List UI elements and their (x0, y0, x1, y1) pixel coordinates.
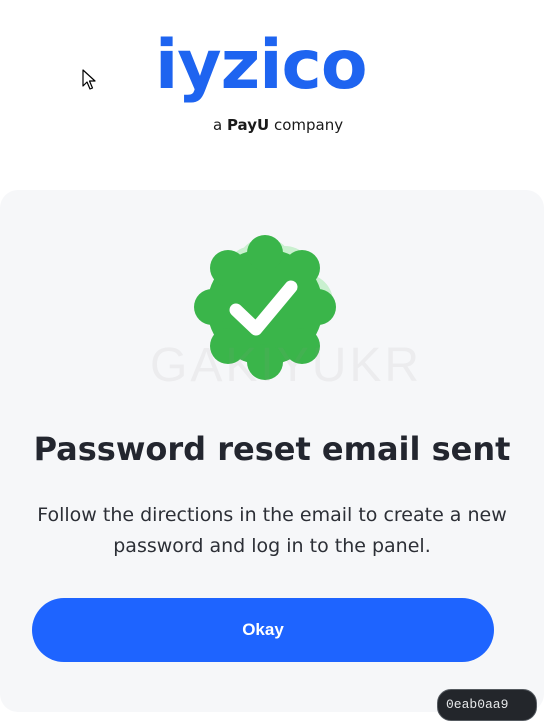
tagline-suffix: company (269, 116, 344, 134)
instructions-text: Follow the directions in the email to cr… (37, 504, 507, 557)
iyzico-logo: iyzico a PayU company (155, 32, 370, 140)
okay-button[interactable]: Okay (32, 598, 494, 662)
tagline-prefix: a (213, 116, 227, 134)
page: iyzico a PayU company GAKIYUKR Password … (0, 0, 544, 728)
hash-badge: 0eab0aa9 (437, 689, 537, 721)
logo-tagline: a PayU company (213, 116, 343, 134)
page-title: Password reset email sent (33, 430, 511, 468)
tagline-brand: PayU (226, 116, 270, 134)
mouse-cursor-icon (82, 69, 96, 90)
watermark-text: GAKIYUKR (150, 339, 423, 392)
logo-wordmark: iyzico (155, 26, 368, 105)
